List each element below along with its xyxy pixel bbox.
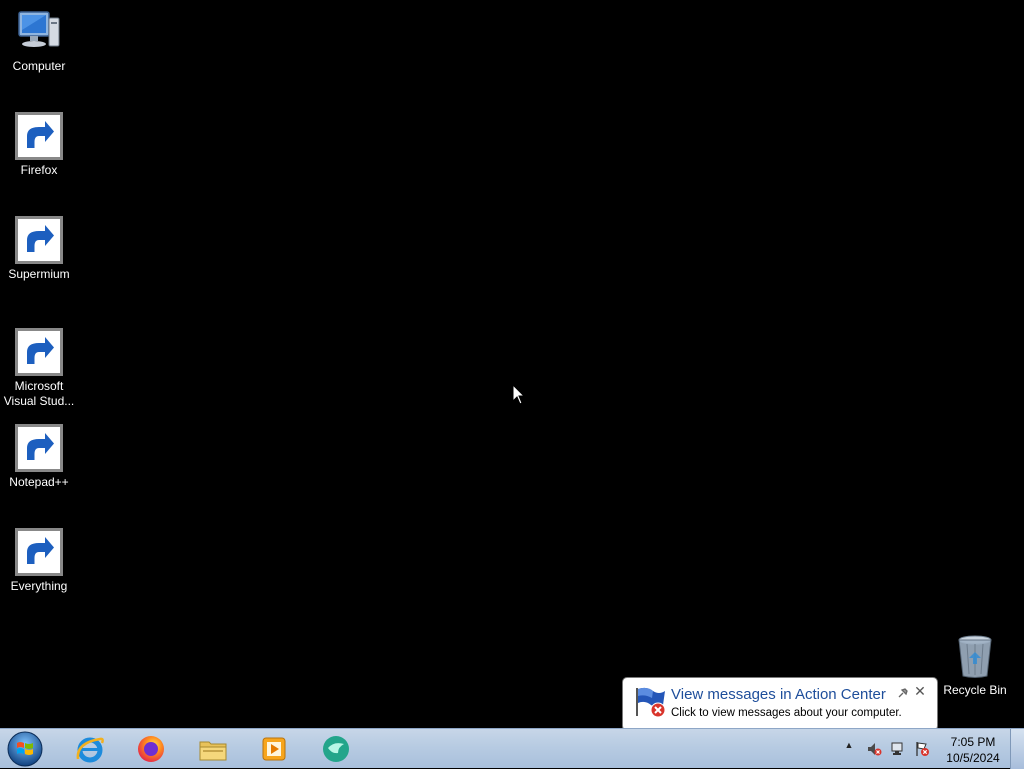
notepadpp-icon	[15, 424, 63, 472]
desktop-icon-visual-studio[interactable]: Microsoft Visual Stud...	[1, 328, 77, 409]
show-hidden-icons-button[interactable]: ▲	[844, 740, 854, 756]
notification-options-icon[interactable]	[897, 687, 909, 699]
taskbar: ▲ 7:05 PM 10/5/2024	[0, 728, 1024, 769]
clock-time: 7:05 PM	[950, 735, 996, 749]
firefox-icon	[15, 112, 63, 160]
desktop-icon-label: Computer	[12, 59, 66, 73]
desktop-icon-supermium[interactable]: Supermium	[1, 216, 77, 282]
supermium-icon	[15, 216, 63, 264]
action-center-notification[interactable]: View messages in Action Center Click to …	[622, 677, 938, 743]
volume-muted-icon[interactable]	[866, 741, 882, 757]
start-button[interactable]	[6, 730, 44, 768]
recycle-bin-icon	[951, 632, 999, 680]
taskbar-supermium[interactable]	[310, 731, 362, 767]
mouse-cursor-icon	[512, 384, 526, 405]
show-desktop-button[interactable]	[1010, 729, 1024, 769]
desktop-icon-label: Notepad++	[9, 475, 69, 489]
action-center-flag-icon[interactable]	[914, 741, 930, 757]
visual-studio-icon	[15, 328, 63, 376]
shortcut-arrow-icon	[15, 328, 63, 376]
file-explorer-icon	[199, 741, 227, 761]
supermium-icon	[323, 736, 349, 762]
desktop-icon-notepadpp[interactable]: Notepad++	[1, 424, 77, 490]
taskbar-media-player[interactable]	[248, 731, 300, 767]
desktop-icon-label: Everything	[10, 579, 68, 593]
desktop-icon-firefox[interactable]: Firefox	[1, 112, 77, 178]
shortcut-arrow-icon	[15, 528, 63, 576]
firefox-icon	[138, 736, 164, 762]
shortcut-arrow-icon	[15, 112, 63, 160]
desktop-icon-label: Recycle Bin	[943, 683, 1007, 697]
shortcut-arrow-icon	[15, 216, 63, 264]
notification-title[interactable]: View messages in Action Center	[671, 686, 886, 703]
computer-icon	[15, 8, 63, 56]
notification-body[interactable]: Click to view messages about your comput…	[671, 707, 902, 719]
desktop-icon-label: Microsoft Visual Stud...	[3, 379, 75, 408]
taskbar-internet-explorer[interactable]	[64, 731, 116, 767]
action-center-flag-icon	[636, 687, 666, 718]
desktop-icon-label: Firefox	[20, 163, 58, 177]
desktop-icon-computer[interactable]: Computer	[1, 8, 77, 74]
notification-close-button[interactable]: ✕	[913, 684, 927, 698]
desktop[interactable]: Computer Firefox Supermium Microsoft Vis…	[0, 0, 1024, 728]
desktop-icon-recycle-bin[interactable]: Recycle Bin	[937, 632, 1013, 698]
shortcut-arrow-icon	[15, 424, 63, 472]
desktop-icon-everything[interactable]: Everything	[1, 528, 77, 594]
desktop-icon-label: Supermium	[8, 267, 70, 281]
taskbar-file-explorer[interactable]	[187, 731, 239, 767]
network-icon[interactable]	[890, 741, 906, 757]
clock[interactable]: 7:05 PM 10/5/2024	[940, 734, 1006, 766]
everything-icon	[15, 528, 63, 576]
clock-date: 10/5/2024	[946, 751, 1000, 765]
internet-explorer-icon	[76, 737, 104, 763]
taskbar-firefox[interactable]	[125, 731, 177, 767]
media-player-icon	[262, 737, 286, 761]
system-tray: ▲	[840, 729, 950, 769]
